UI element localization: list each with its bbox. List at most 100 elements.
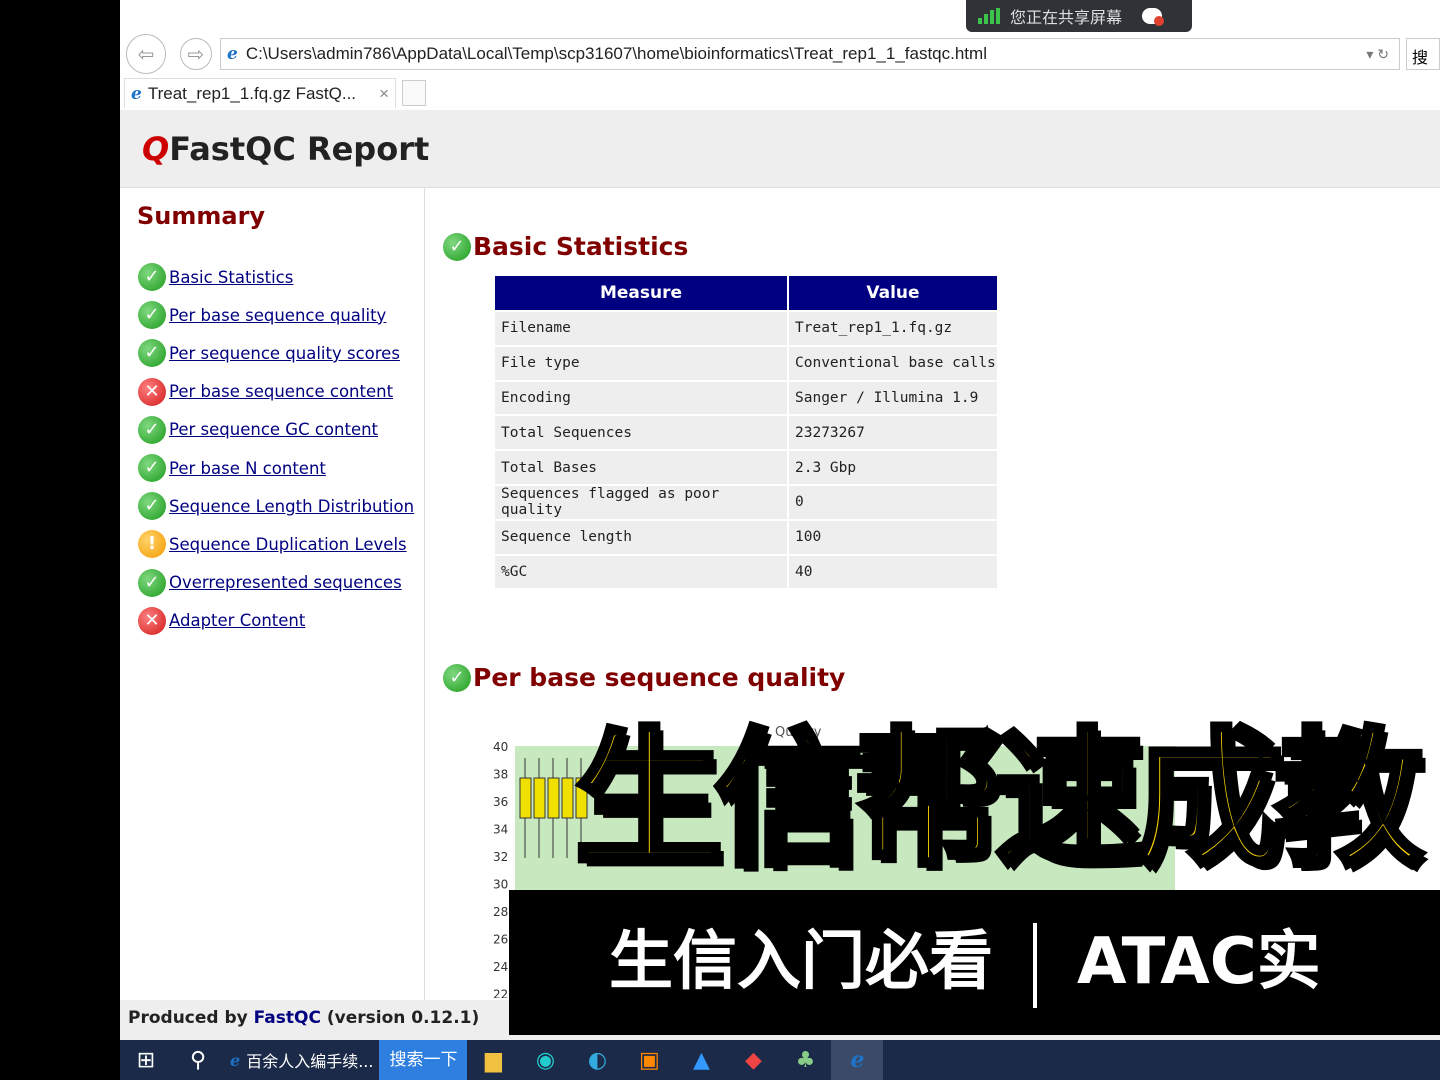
overlay-subline-right: ATAC实 [1077,925,1321,999]
y-tick-label: 32 [493,850,508,864]
taskbar-app[interactable]: e 百余人入编手续... [224,1040,379,1080]
back-button[interactable]: ⇦ [126,34,166,74]
signal-icon [978,8,1000,24]
summary-link[interactable]: Sequence Length Distribution [169,497,414,516]
navigation-bar: ⇦ ⇨ e C:\Users\admin786\AppData\Local\Te… [120,34,1440,76]
summary-item[interactable]: ✕ Per base sequence content [138,373,414,411]
table-row: Sequences flagged as poor quality 0 [493,483,999,521]
tab-fastqc[interactable]: e Treat_rep1_1.fq.gz FastQ... × [124,78,396,108]
share-text: 您正在共享屏幕 [1010,8,1123,27]
section-title: Per base sequence quality [473,663,846,692]
value-cell: 2.3 Gbp [787,449,999,486]
y-tick-label: 24 [493,960,508,974]
table-row: Filename Treat_rep1_1.fq.gz [493,310,999,347]
pass-icon: ✓ [443,232,471,261]
ie-taskbar-icon[interactable]: e [831,1040,884,1080]
value-cell: 100 [787,518,999,556]
forward-button[interactable]: ⇨ [180,38,212,70]
summary-item[interactable]: ✕ Adapter Content [138,602,414,640]
start-icon[interactable]: ⊞ [120,1040,172,1080]
y-tick-label: 36 [493,795,508,809]
summary-item[interactable]: ✓ Overrepresented sequences [138,564,414,602]
close-tab-icon[interactable]: × [379,84,389,104]
summary-link[interactable]: Overrepresented sequences [169,573,402,592]
app-icon[interactable]: ◉ [519,1040,571,1080]
pass-icon: ✓ [138,454,166,483]
app-icon[interactable]: ▲ [675,1040,727,1080]
y-tick-label: 34 [493,823,508,837]
summary-item[interactable]: ✓ Per sequence quality scores [138,334,414,372]
app-icon[interactable]: ◆ [727,1040,779,1080]
measure-cell: Filename [493,310,789,347]
address-text: C:\Users\admin786\AppData\Local\Temp\scp… [245,44,987,63]
fastqc-logo-icon: Q [142,130,170,168]
screen-share-banner[interactable]: 您正在共享屏幕 [966,0,1192,32]
measure-cell: File type [493,344,789,382]
summary-title: Summary [137,202,266,230]
summary-item[interactable]: ✓ Per base N content [138,449,414,487]
basic-statistics-table: Measure Value Filename Treat_rep1_1.fq.gz F… [493,274,999,591]
search-icon[interactable]: ⚲ [172,1040,224,1080]
section-title: Basic Statistics [473,232,689,261]
refresh-icon[interactable]: ▾ ↻ [1366,46,1389,63]
box [561,777,574,819]
pass-icon: ✓ [138,415,166,444]
measure-cell: Total Bases [493,449,789,486]
tab-title: Treat_rep1_1.fq.gz FastQ... [147,83,357,103]
edge-icon[interactable]: ◐ [571,1040,623,1080]
cloud-icon[interactable] [1142,8,1165,26]
section-basic-statistics: ✓ Basic Statistics [443,232,688,261]
overlay-subline-left: 生信入门必看 [609,925,993,999]
new-tab-button[interactable] [402,80,426,106]
summary-item[interactable]: ✓ Sequence Length Distribution [138,487,414,525]
version-text: (version 0.12.1) [320,1008,480,1028]
summary-link[interactable]: Sequence Duplication Levels [169,535,407,554]
fail-icon: ✕ [138,606,166,635]
measure-cell: Encoding [493,379,789,417]
summary-link[interactable]: Per base N content [169,459,326,478]
overlay-headline: 生信帮速成教 [572,711,1426,889]
y-tick-label: 40 [493,740,508,754]
file-explorer-icon[interactable]: ▆ [467,1040,519,1080]
table-row: %GC 40 [493,553,999,591]
summary-link[interactable]: Adapter Content [169,611,305,630]
pass-icon: ✓ [443,663,471,692]
box [533,777,546,819]
address-bar[interactable]: e C:\Users\admin786\AppData\Local\Temp\s… [220,38,1400,70]
app-icon[interactable]: ♣ [779,1040,831,1080]
summary-link[interactable]: Per base sequence content [169,382,393,401]
page-icon: e [227,44,238,64]
summary-item[interactable]: ✓ Basic Statistics [138,258,414,296]
report-title: FastQC Report [169,130,430,168]
pass-icon: ✓ [138,339,166,368]
table-row: Sequence length 100 [493,518,999,556]
ie-icon: e [230,1050,241,1070]
summary-link[interactable]: Per sequence quality scores [169,344,400,363]
column-header: Measure [493,274,789,312]
summary-item[interactable]: ! Sequence Duplication Levels [138,525,414,563]
summary-item[interactable]: ✓ Per base sequence quality [138,296,414,334]
value-cell: 0 [787,483,999,521]
summary-link[interactable]: Per sequence GC content [169,420,378,439]
fail-icon: ✕ [138,377,166,406]
overlay-banner: 生信入门必看 ATAC实 [509,890,1440,1035]
report-header: QFastQC Report [120,110,1440,188]
measure-cell: Sequences flagged as poor quality [493,483,789,521]
summary-item[interactable]: ✓ Per sequence GC content [138,411,414,449]
measure-cell: Total Sequences [493,414,789,452]
search-box[interactable]: 搜 [1406,38,1440,70]
table-row: Encoding Sanger / Illumina 1.9 [493,379,999,417]
y-tick-label: 28 [493,905,508,919]
ie-icon: e [131,83,142,104]
fastqc-link[interactable]: FastQC [254,1008,321,1028]
table-row: File type Conventional base calls [493,344,999,382]
pass-icon: ✓ [138,301,166,330]
column-header: Value [787,274,999,312]
taskbar-search-button[interactable]: 搜索一下 [379,1040,468,1080]
summary-link[interactable]: Basic Statistics [169,268,293,287]
pass-icon: ✓ [138,568,166,597]
section-per-base-quality: ✓ Per base sequence quality [443,663,845,692]
summary-link[interactable]: Per base sequence quality [169,306,386,325]
y-tick-label: 38 [493,768,508,782]
app-icon[interactable]: ▣ [623,1040,675,1080]
